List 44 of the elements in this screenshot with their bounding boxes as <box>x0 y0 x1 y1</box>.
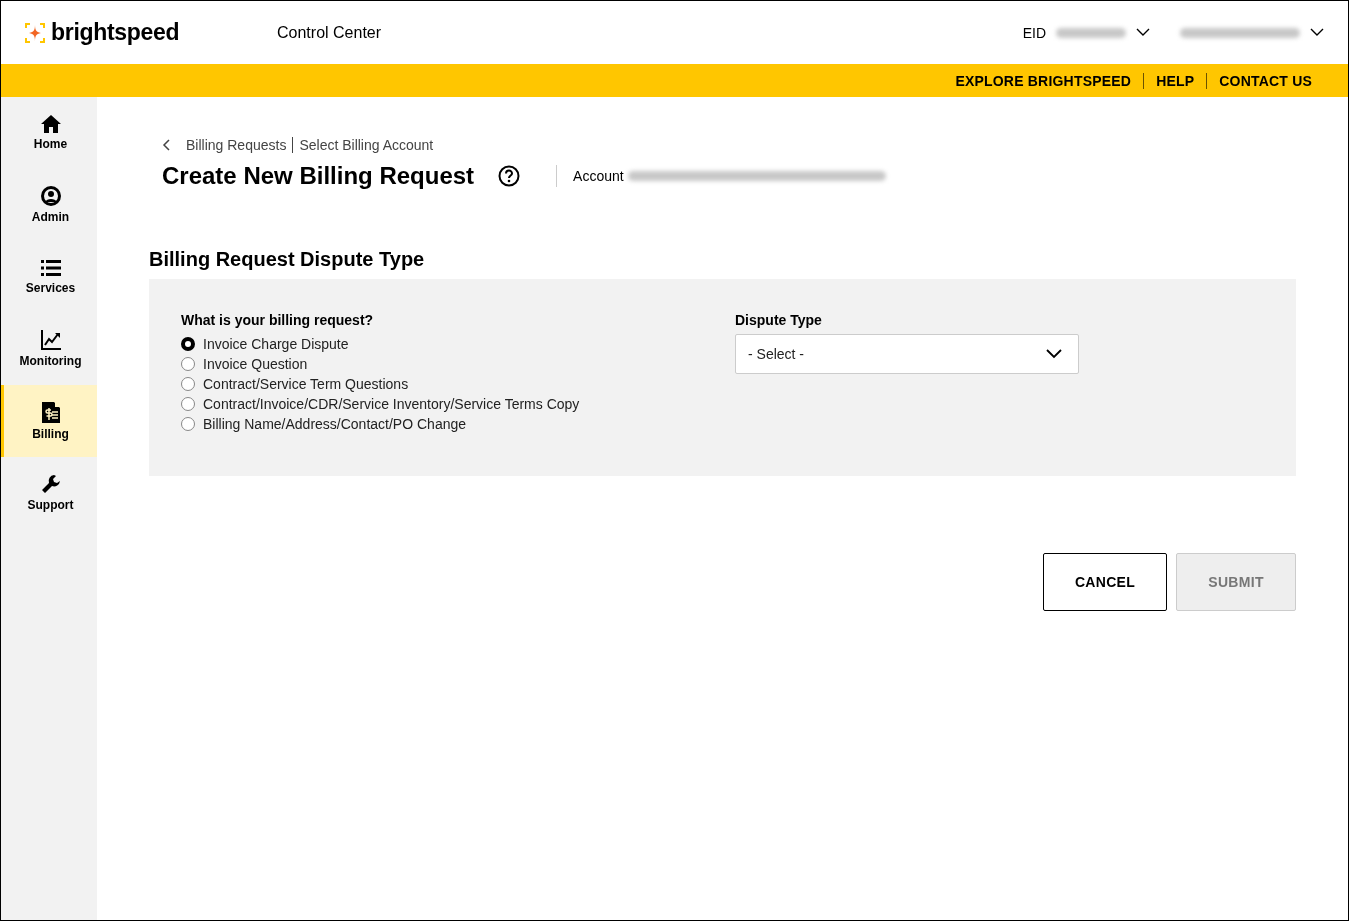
radio-label[interactable]: Contract/Service Term Questions <box>203 376 409 392</box>
sidebar-item[interactable]: Admin <box>1 169 97 241</box>
help-icon[interactable] <box>498 165 521 187</box>
radio-button[interactable] <box>181 417 195 431</box>
chevron-down-icon <box>1046 349 1062 359</box>
radio-label[interactable]: Invoice Charge Dispute <box>203 336 349 352</box>
top-nav-link[interactable]: EXPLORE BRIGHTSPEED <box>943 72 1144 89</box>
radio-label[interactable]: Billing Name/Address/Contact/PO Change <box>203 416 467 432</box>
cancel-button[interactable]: CANCEL <box>1043 553 1167 611</box>
wrench-icon <box>40 474 61 494</box>
chevron-down-icon[interactable] <box>1310 28 1324 37</box>
dispute-type-dropdown[interactable]: - Select - <box>735 334 1079 374</box>
radio-button[interactable] <box>181 357 195 371</box>
redacted-value <box>1056 27 1126 38</box>
top-nav-link[interactable]: CONTACT US <box>1207 72 1324 89</box>
list-icon <box>40 259 61 277</box>
eid-label: EID <box>1022 24 1046 41</box>
radio-button[interactable] <box>181 377 195 391</box>
radio-label[interactable]: Invoice Question <box>203 356 308 372</box>
page-title: Create New Billing Request <box>162 162 475 190</box>
sidebar-item[interactable]: Support <box>1 457 97 529</box>
sidebar-item[interactable]: Services <box>1 241 97 313</box>
sidebar-item[interactable]: Billing <box>1 385 97 457</box>
radio-button[interactable] <box>181 397 195 411</box>
invoice-icon <box>41 401 60 423</box>
field-label: Dispute Type <box>735 312 823 328</box>
radio-button[interactable] <box>181 337 195 351</box>
sidebar-item[interactable]: Home <box>1 97 97 169</box>
breadcrumb-link[interactable]: Select Billing Account <box>299 137 434 153</box>
chart-icon <box>40 330 61 350</box>
section-title: Billing Request Dispute Type <box>149 248 426 271</box>
logo-text[interactable]: brightspeed <box>51 19 180 46</box>
question-label: What is your billing request? <box>181 312 375 328</box>
chevron-down-icon[interactable] <box>1136 28 1150 37</box>
top-nav-link[interactable]: HELP <box>1144 72 1207 89</box>
sidebar-item[interactable]: Monitoring <box>1 313 97 385</box>
home-icon <box>40 115 61 133</box>
user-icon <box>40 186 61 206</box>
account-label: Account <box>573 168 624 184</box>
back-chevron-icon[interactable] <box>162 139 170 151</box>
app-title: Control Center <box>277 23 382 42</box>
radio-label[interactable]: Contract/Invoice/CDR/Service Inventory/Service Terms Copy <box>203 396 580 412</box>
logo-icon <box>25 22 45 43</box>
breadcrumb-link[interactable]: Billing Requests <box>186 137 287 153</box>
